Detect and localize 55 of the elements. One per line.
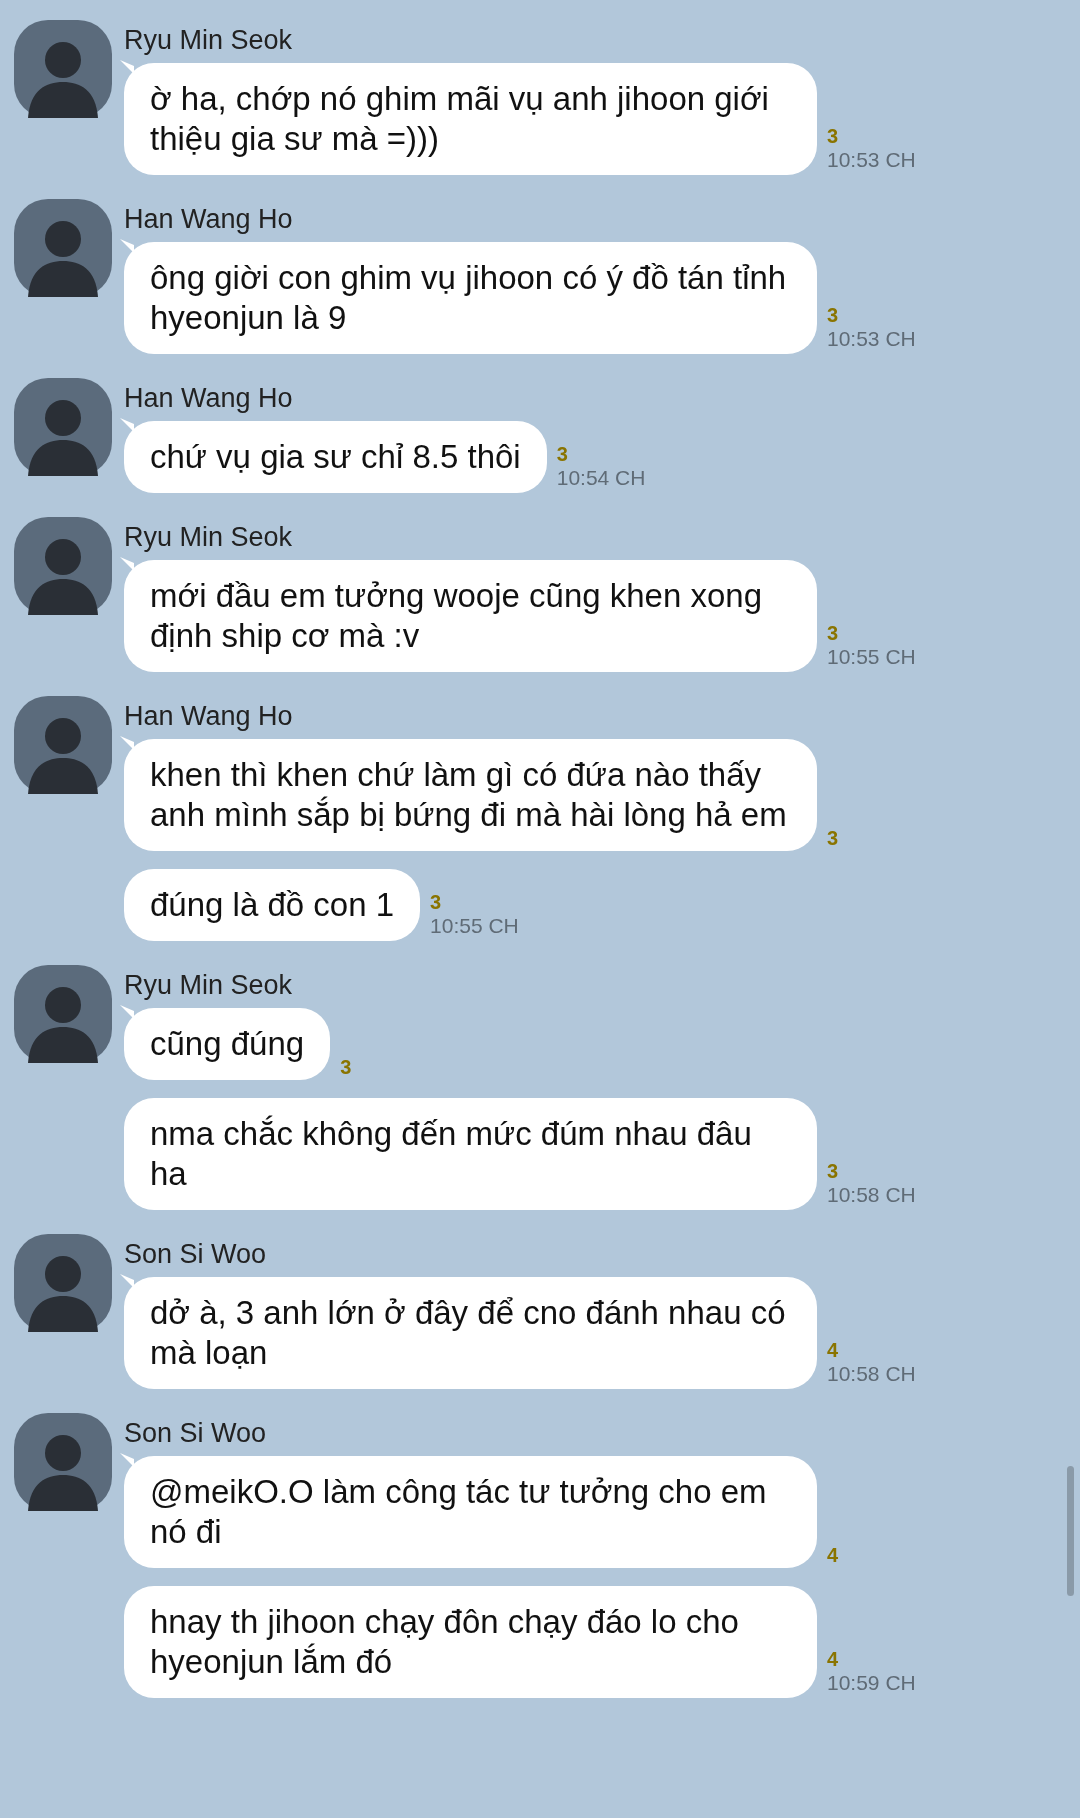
read-count: 3 [430,891,442,913]
avatar[interactable] [14,20,112,118]
message-bubble[interactable]: hnay th jihoon chạy đôn chạy đáo lo cho hyeonjun lắm đó [124,1586,817,1698]
bubble-tail [120,1274,134,1288]
message-bubble[interactable]: ờ ha, chớp nó ghim mãi vụ anh jihoon giới thiệu gia sư mà =))) [124,63,817,175]
bubble-tail [120,736,134,750]
read-count: 4 [827,1544,839,1566]
bubble-tail [120,60,134,74]
read-count: 4 [827,1339,839,1361]
read-count: 3 [827,125,839,147]
sender-name: Ryu Min Seok [124,24,293,56]
message-time: 10:55 CH [827,644,916,670]
avatar[interactable] [14,199,112,297]
read-count: 3 [827,304,839,326]
avatar[interactable] [14,696,112,794]
avatar[interactable] [14,965,112,1063]
avatar[interactable] [14,517,112,615]
bubble-tail [120,239,134,253]
message-time: 10:55 CH [430,913,519,939]
sender-name: Ryu Min Seok [124,969,293,1001]
read-count: 3 [340,1056,352,1078]
message-bubble[interactable]: @meikO.O làm công tác tư tưởng cho em nó đi [124,1456,817,1568]
sender-name: Han Wang Ho [124,382,293,414]
avatar[interactable] [14,1413,112,1511]
message-bubble[interactable]: khen thì khen chứ làm gì có đứa nào thấy anh mình sắp bị bứng đi mà hài lòng hả em [124,739,817,851]
bubble-tail [120,557,134,571]
message-time: 10:58 CH [827,1182,916,1208]
read-count: 3 [827,827,839,849]
message-time: 10:54 CH [556,465,646,491]
bubble-tail [120,1005,134,1019]
message-bubble[interactable]: mới đầu em tưởng wooje cũng khen xong định ship cơ mà :v [124,560,817,672]
read-count: 3 [827,1160,839,1182]
read-count: 3 [827,622,839,644]
message-time: 10:59 CH [827,1670,916,1696]
read-count: 4 [827,1648,839,1670]
message-bubble[interactable]: ông giời con ghim vụ jihoon có ý đồ tán tỉnh hyeonjun là 9 [124,242,817,354]
bubble-tail [120,418,134,432]
message-bubble[interactable]: dở à, 3 anh lớn ở đây để cno đánh nhau có mà loạn [124,1277,817,1389]
message-bubble[interactable]: chứ vụ gia sư chỉ 8.5 thôi [124,421,547,493]
bubble-tail [120,1453,134,1467]
avatar[interactable] [14,1234,112,1332]
scrollbar[interactable] [1067,1466,1074,1596]
sender-name: Son Si Woo [124,1417,267,1449]
message-bubble[interactable]: cũng đúng [124,1008,331,1080]
sender-name: Son Si Woo [124,1238,267,1270]
sender-name: Han Wang Ho [124,203,293,235]
message-time: 10:58 CH [827,1361,916,1387]
sender-name: Han Wang Ho [124,700,293,732]
message-time: 10:53 CH [827,326,916,352]
sender-name: Ryu Min Seok [124,521,293,553]
message-bubble[interactable]: nma chắc không đến mức đúm nhau đâu ha [124,1098,817,1210]
message-bubble[interactable]: đúng là đồ con 1 [124,869,421,941]
message-time: 10:53 CH [827,147,916,173]
read-count: 3 [556,443,568,465]
avatar[interactable] [14,378,112,476]
